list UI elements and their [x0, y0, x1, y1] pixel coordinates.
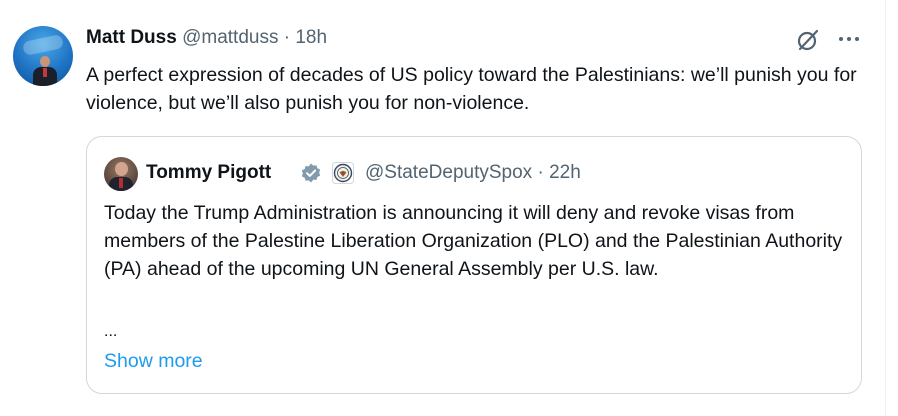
avatar-figure-tie [43, 68, 47, 77]
verified-badge-icon[interactable] [300, 162, 322, 184]
avatar-backdrop-sign [21, 33, 65, 57]
post-header: Matt Duss @mattduss · 18h [86, 26, 327, 50]
show-more-link[interactable]: Show more [104, 347, 203, 375]
truncation-ellipsis: ... [104, 323, 118, 340]
quoted-post-timestamp[interactable]: 22h [549, 162, 581, 183]
grok-icon[interactable] [795, 27, 821, 53]
quoted-author-avatar[interactable] [104, 157, 138, 191]
post-text: A perfect expression of decades of US po… [86, 64, 857, 114]
avatar-figure-tie [119, 178, 123, 188]
meta-separator: · [537, 162, 544, 183]
column-divider [885, 0, 886, 416]
quoted-author-handle[interactable]: @StateDeputySpox [365, 162, 532, 183]
avatar-figure-head [40, 56, 50, 67]
meta-separator: · [283, 27, 291, 48]
author-handle[interactable]: @mattduss [182, 27, 278, 48]
author-avatar[interactable] [13, 26, 73, 86]
quoted-post-meta: @StateDeputySpox · 22h [365, 160, 581, 186]
us-state-department-seal-icon[interactable] [332, 162, 354, 184]
quoted-author-name[interactable]: Tommy Pigott [146, 160, 271, 186]
post-timestamp[interactable]: 18h [295, 27, 327, 48]
quoted-post-text: Today the Trump Administration is announ… [104, 202, 843, 280]
more-options-icon[interactable] [837, 35, 861, 43]
avatar-figure-face [115, 162, 128, 176]
author-name[interactable]: Matt Duss [86, 27, 177, 48]
